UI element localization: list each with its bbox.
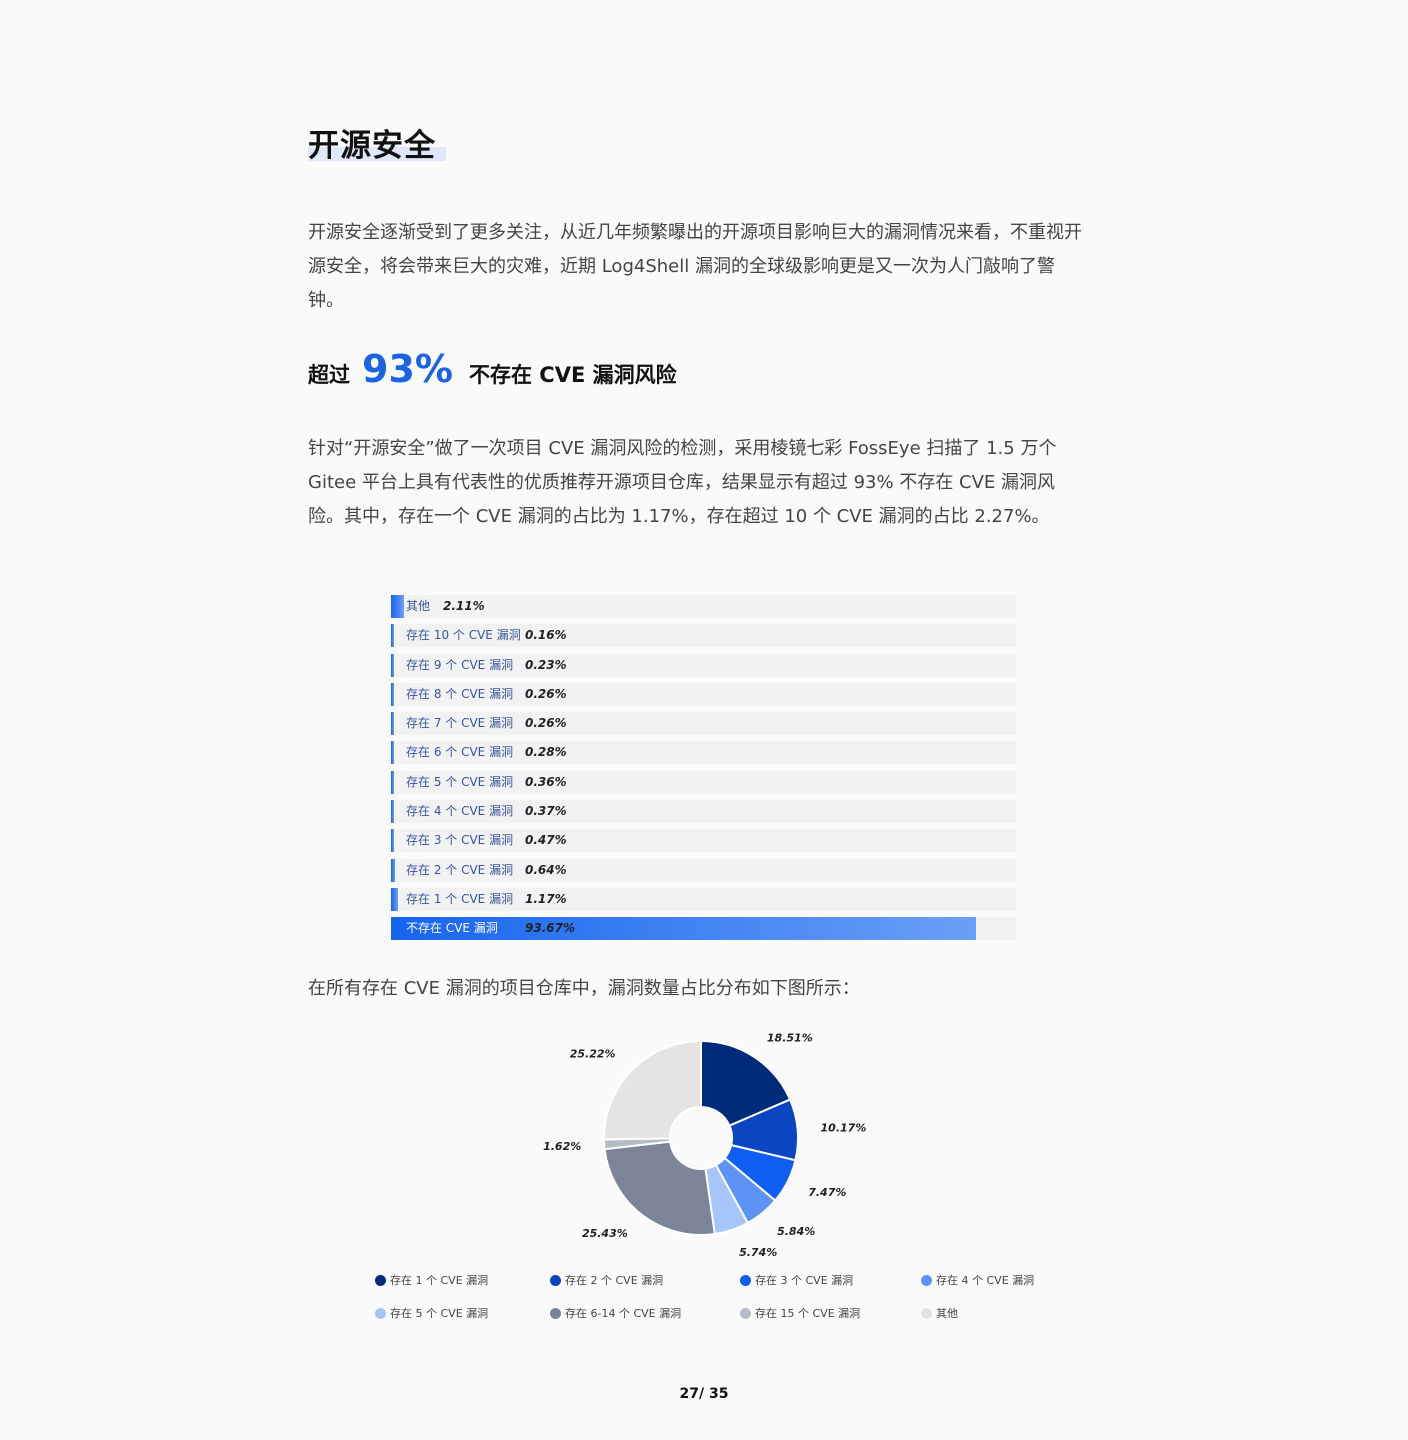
legend-item: 其他 xyxy=(921,1305,958,1321)
donut-slice xyxy=(603,1140,716,1236)
legend-item: 存在 3 个 CVE 漏洞 xyxy=(740,1272,853,1288)
legend-label: 存在 3 个 CVE 漏洞 xyxy=(755,1274,854,1287)
donut-value-label: 25.22% xyxy=(570,1048,616,1061)
legend-swatch xyxy=(740,1307,751,1319)
donut-value-label: 10.17% xyxy=(821,1121,867,1134)
legend-swatch xyxy=(550,1307,561,1319)
legend-item: 存在 4 个 CVE 漏洞 xyxy=(921,1272,1034,1288)
donut-chart: 18.51% 10.17% 7.47% 5.84%5.74% 25.43% 1.62% 25… xyxy=(543,1032,867,1259)
legend-swatch xyxy=(375,1274,386,1286)
legend-item: 存在 5 个 CVE 漏洞 xyxy=(375,1305,488,1321)
legend-label: 存在 15 个 CVE 漏洞 xyxy=(755,1307,861,1320)
legend-swatch xyxy=(740,1274,751,1286)
donut-value-label: 5.74% xyxy=(739,1246,777,1259)
legend-label: 存在 1 个 CVE 漏洞 xyxy=(390,1274,489,1287)
donut-value-label: 7.47% xyxy=(808,1186,846,1199)
legend-swatch xyxy=(921,1274,932,1286)
legend-item: 存在 15 个 CVE 漏洞 xyxy=(740,1305,860,1321)
legend-item: 存在 2 个 CVE 漏洞 xyxy=(550,1272,663,1288)
donut-value-label: 1.62% xyxy=(543,1140,581,1153)
legend-label: 存在 5 个 CVE 漏洞 xyxy=(390,1307,489,1320)
legend-label: 其他 xyxy=(936,1307,958,1320)
legend-swatch xyxy=(550,1274,561,1286)
donut-slice xyxy=(603,1039,702,1141)
page-number: 27/ 35 xyxy=(679,1386,729,1402)
legend-label: 存在 2 个 CVE 漏洞 xyxy=(565,1274,664,1287)
legend-item: 存在 1 个 CVE 漏洞 xyxy=(375,1272,488,1288)
legend-swatch xyxy=(921,1307,932,1319)
legend-label: 存在 6-14 个 CVE 漏洞 xyxy=(565,1307,682,1320)
donut-value-label: 18.51% xyxy=(767,1032,813,1045)
legend-item: 存在 6-14 个 CVE 漏洞 xyxy=(550,1305,681,1321)
donut-value-label: 5.84% xyxy=(777,1225,815,1238)
legend-label: 存在 4 个 CVE 漏洞 xyxy=(936,1274,1035,1287)
legend-swatch xyxy=(375,1307,386,1319)
donut-value-label: 25.43% xyxy=(582,1227,628,1240)
